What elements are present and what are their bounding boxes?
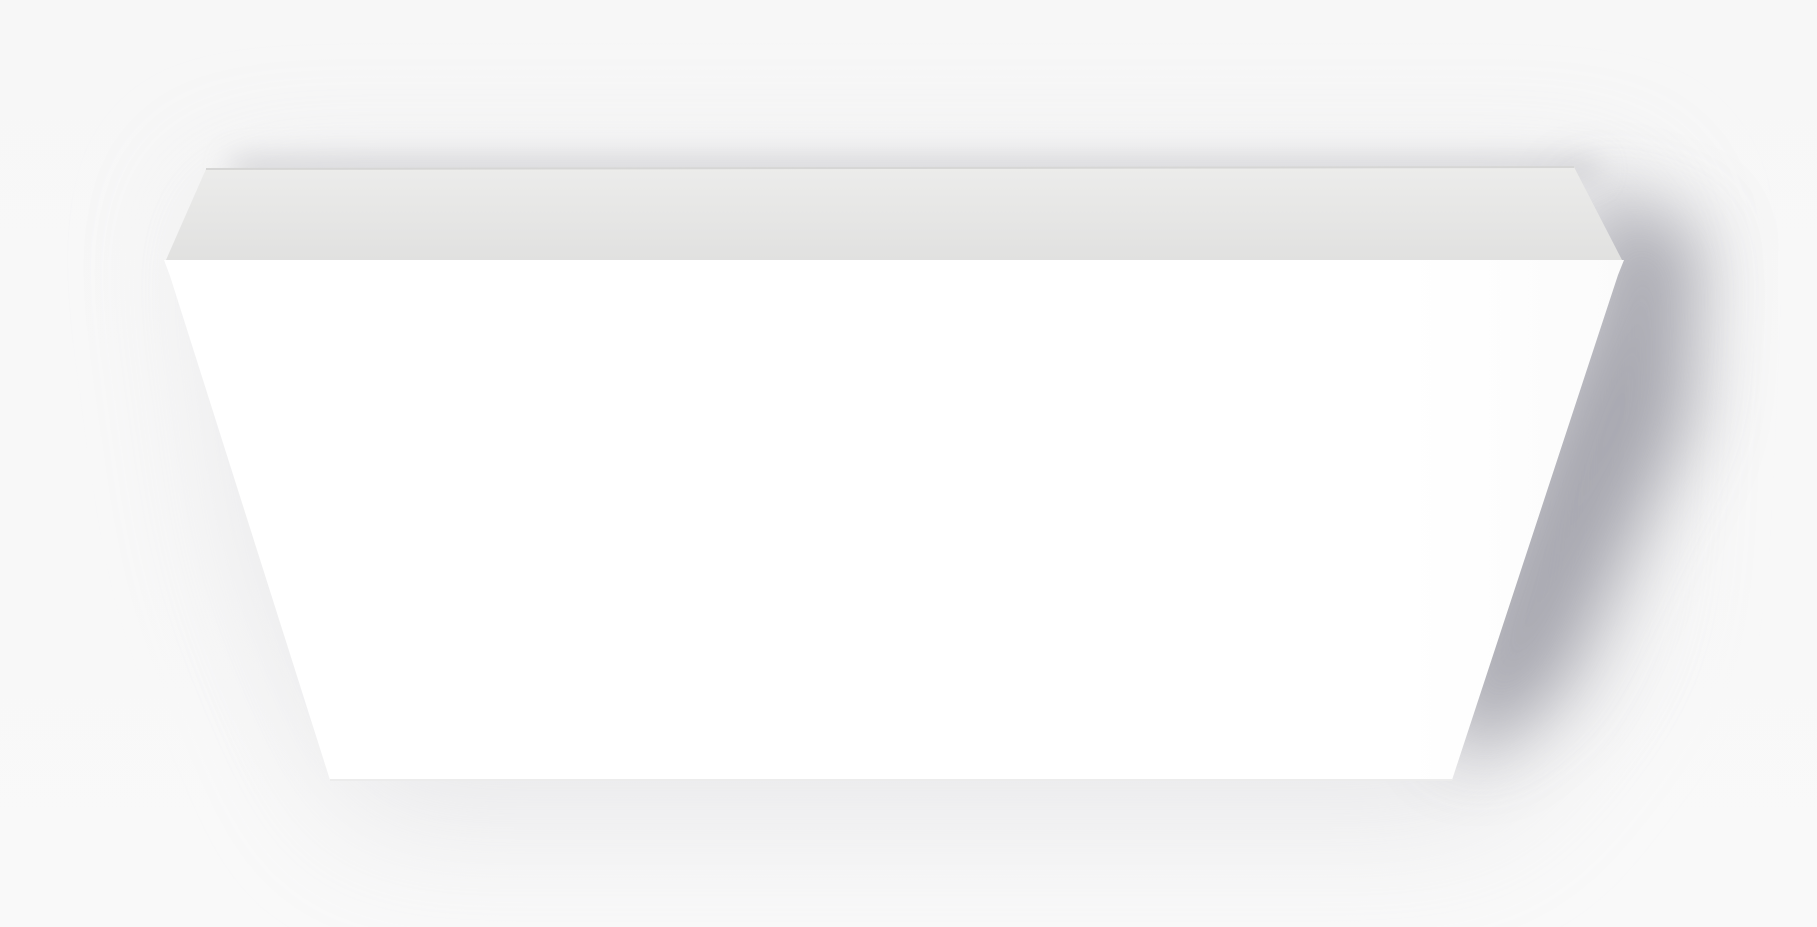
- product-photo: [0, 0, 1817, 927]
- panel-front-face: [164, 260, 1624, 780]
- ceiling-light-illustration: [0, 0, 1817, 927]
- panel-top-face: [166, 167, 1622, 260]
